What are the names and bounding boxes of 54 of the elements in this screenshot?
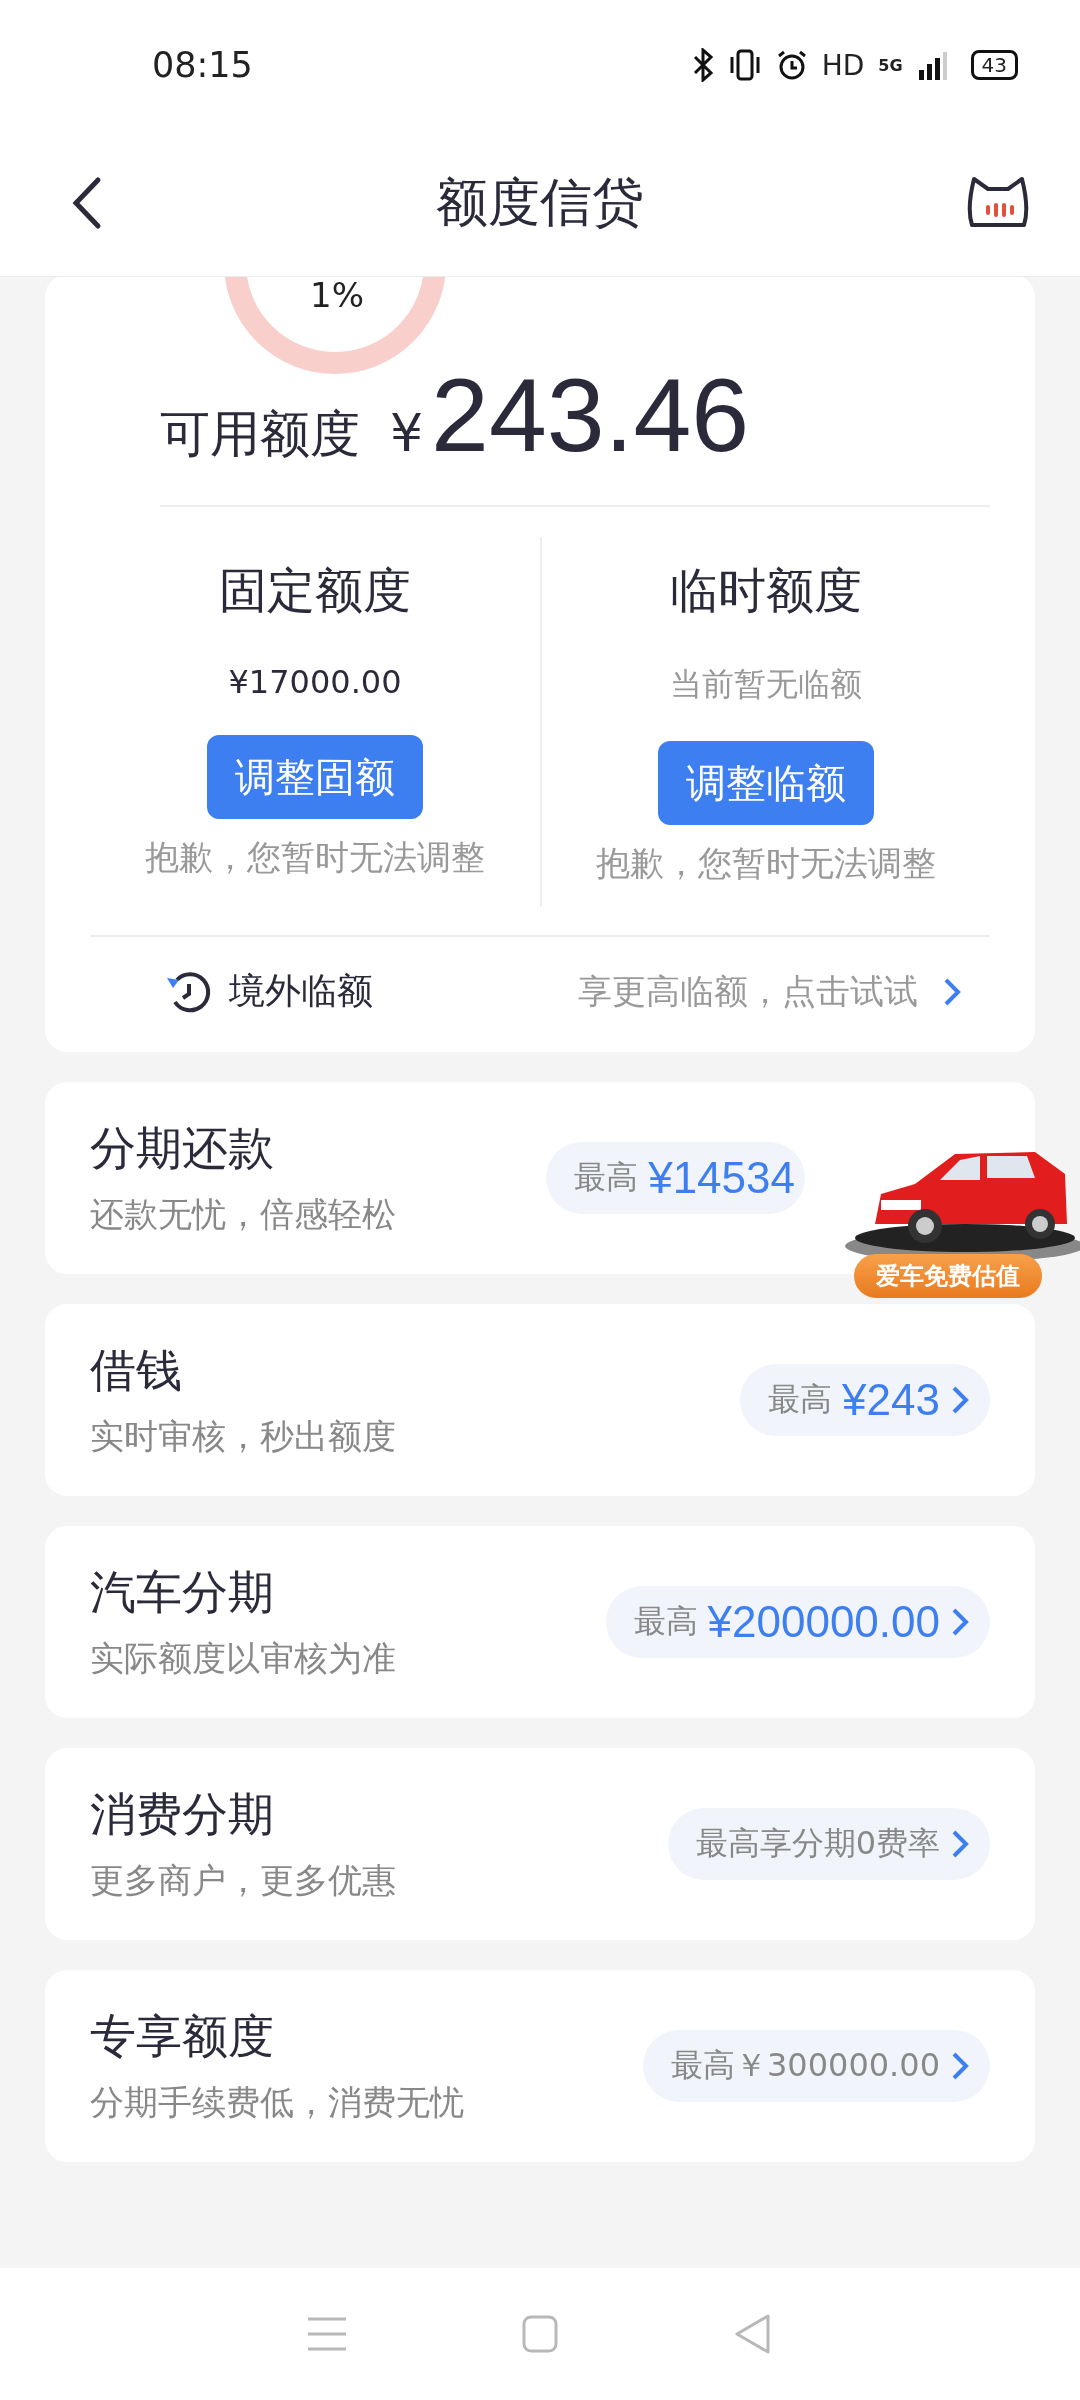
product-subtitle: 分期手续费低，消费无忧 bbox=[90, 2081, 464, 2124]
bluetooth-icon bbox=[691, 48, 714, 82]
product-title: 消费分期 bbox=[90, 1786, 275, 1843]
quota-note: 抱歉，您暂时无法调整 bbox=[596, 842, 936, 885]
limit-pill[interactable]: 最高 ¥200000.00 bbox=[605, 1586, 990, 1658]
product-title: 分期还款 bbox=[90, 1120, 275, 1177]
ring-percent: 1% bbox=[310, 275, 364, 315]
chevron-right-icon bbox=[950, 1828, 970, 1860]
product-subtitle: 更多商户，更多优惠 bbox=[90, 1859, 396, 1902]
limit-pill[interactable]: 最高享分期0费率 bbox=[667, 1808, 990, 1880]
product-card[interactable]: 消费分期 更多商户，更多优惠 最高享分期0费率 bbox=[45, 1748, 1035, 1940]
battery-indicator: 43 bbox=[970, 50, 1018, 80]
quota-value: 当前暂无临额 bbox=[670, 664, 862, 705]
signal-icon bbox=[916, 50, 947, 80]
quota-title: 固定额度 bbox=[219, 561, 411, 620]
product-card[interactable]: 汽车分期 实际额度以审核为准 最高 ¥200000.00 bbox=[45, 1526, 1035, 1718]
available-amount: 243.46 bbox=[431, 356, 750, 475]
product-title: 借钱 bbox=[90, 1342, 183, 1399]
alarm-icon bbox=[775, 49, 808, 81]
page-title: 额度信贷 bbox=[436, 171, 644, 234]
home-icon[interactable] bbox=[522, 2315, 558, 2353]
overseas-label: 境外临额 bbox=[229, 969, 373, 1013]
limit-amount: ¥243 bbox=[842, 1375, 940, 1425]
product-subtitle: 实际额度以审核为准 bbox=[90, 1637, 396, 1680]
currency-sign: ¥ bbox=[390, 403, 424, 463]
product-title: 专享额度 bbox=[90, 2008, 275, 2065]
valuation-badge[interactable]: 爱车免费估值 bbox=[853, 1254, 1042, 1298]
adjust-button[interactable]: 调整临额 bbox=[658, 741, 874, 825]
menu-icon[interactable] bbox=[308, 2317, 346, 2351]
limit-amount: ¥14534 bbox=[648, 1153, 795, 1203]
product-card[interactable]: 专享额度 分期手续费低，消费无忧 最高￥300000.00 bbox=[45, 1970, 1035, 2162]
clock-icon bbox=[165, 969, 213, 1014]
status-time: 08:15 bbox=[152, 45, 253, 85]
limit-pill[interactable]: 最高 ¥14534 bbox=[546, 1142, 805, 1214]
quota-title: 临时额度 bbox=[670, 561, 862, 620]
adjust-button[interactable]: 调整固额 bbox=[207, 735, 423, 819]
product-card[interactable]: 借钱 实时审核，秒出额度 最高 ¥243 bbox=[45, 1304, 1035, 1496]
limit-pill[interactable]: 最高￥300000.00 bbox=[642, 2030, 990, 2102]
quota-value: ¥17000.00 bbox=[228, 663, 402, 701]
product-subtitle: 实时审核，秒出额度 bbox=[90, 1415, 396, 1458]
chevron-right-icon bbox=[950, 1384, 970, 1416]
network-label: 5G bbox=[878, 55, 903, 75]
chevron-right-icon bbox=[950, 2050, 970, 2082]
back-nav-icon[interactable] bbox=[734, 2313, 772, 2355]
product-subtitle: 还款无忧，倍感轻松 bbox=[90, 1193, 396, 1236]
product-title: 汽车分期 bbox=[90, 1564, 275, 1621]
limit-amount: ¥200000.00 bbox=[707, 1597, 940, 1647]
back-icon[interactable] bbox=[72, 176, 102, 230]
quota-note: 抱歉，您暂时无法调整 bbox=[145, 836, 485, 879]
available-label: 可用额度 bbox=[160, 404, 360, 465]
overseas-link[interactable]: 享更高临额，点击试试 bbox=[578, 968, 918, 1015]
hd-label: HD bbox=[821, 48, 865, 82]
chevron-right-icon bbox=[950, 1606, 970, 1638]
limit-pill[interactable]: 最高 ¥243 bbox=[740, 1364, 990, 1436]
